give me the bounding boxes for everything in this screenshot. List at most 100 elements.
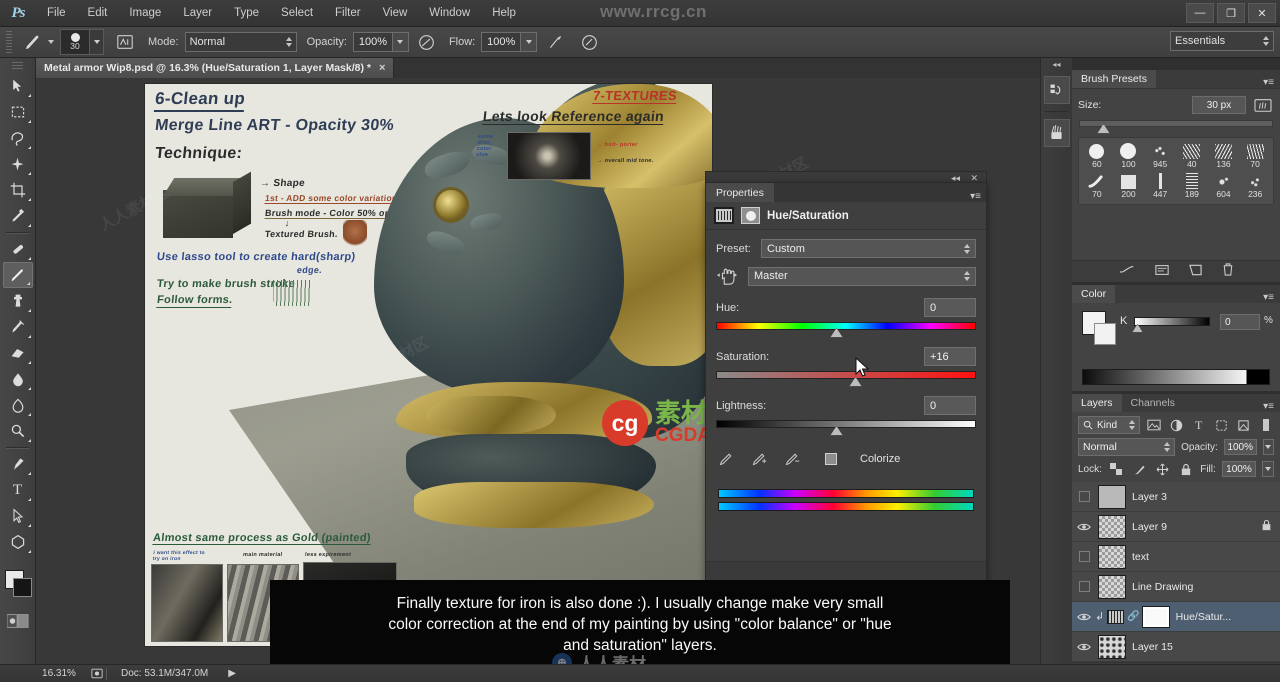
table-row[interactable]: ↲ 🔗 Hue/Satur... bbox=[1072, 602, 1280, 632]
shape-tool[interactable] bbox=[3, 529, 33, 555]
spot-healing-brush-tool[interactable] bbox=[3, 236, 33, 262]
layer-thumbnail[interactable] bbox=[1098, 634, 1126, 659]
brush-preset-grid[interactable]: 60 100 945 40 136 70 70 200 447 189 604 … bbox=[1078, 137, 1274, 205]
options-bar-grip[interactable] bbox=[6, 31, 12, 53]
restore-button[interactable]: ❐ bbox=[1217, 3, 1245, 23]
filter-pixel-icon[interactable] bbox=[1146, 416, 1162, 434]
channel-select[interactable]: Master bbox=[748, 266, 976, 286]
pressure-opacity-icon[interactable] bbox=[415, 30, 439, 54]
filter-shape-icon[interactable] bbox=[1213, 416, 1229, 434]
airbrush-icon[interactable] bbox=[543, 30, 567, 54]
layer-blend-mode-select[interactable]: Normal bbox=[1078, 438, 1176, 456]
layer-thumbnail[interactable] bbox=[1098, 514, 1126, 539]
brush-presets-menu-icon[interactable]: ▾≡ bbox=[1263, 77, 1274, 88]
brush-preset-item[interactable]: 100 bbox=[1113, 142, 1145, 170]
layer-visibility-toggle[interactable] bbox=[1076, 489, 1092, 505]
brush-preset-item[interactable]: 200 bbox=[1113, 172, 1145, 200]
eraser-tool[interactable] bbox=[3, 340, 33, 366]
link-mask-icon[interactable]: 🔗 bbox=[1127, 611, 1139, 622]
brush-preset-item[interactable]: 236 bbox=[1239, 172, 1271, 200]
brush-size-slider[interactable] bbox=[1079, 120, 1273, 134]
brush-preset-item[interactable]: 945 bbox=[1144, 142, 1176, 170]
menu-filter[interactable]: Filter bbox=[324, 0, 372, 27]
type-tool[interactable]: T bbox=[3, 477, 33, 503]
brush-preset-dropdown[interactable] bbox=[90, 29, 104, 55]
menu-view[interactable]: View bbox=[372, 0, 419, 27]
hue-value[interactable]: 0 bbox=[924, 298, 976, 317]
history-brush-tool[interactable] bbox=[3, 314, 33, 340]
brush-panel-open-icon[interactable] bbox=[1154, 263, 1169, 281]
flow-dropdown-icon[interactable] bbox=[521, 32, 538, 52]
layer-mask-thumbnail[interactable] bbox=[1141, 605, 1170, 628]
hue-slider[interactable] bbox=[706, 322, 986, 338]
layer-list[interactable]: Layer 3 Layer 9 text Line Drawing ↲ 🔗 Hu… bbox=[1072, 482, 1280, 662]
lasso-tool[interactable] bbox=[3, 125, 33, 151]
new-brush-icon[interactable] bbox=[1188, 263, 1202, 281]
lock-position-icon[interactable] bbox=[1154, 460, 1171, 478]
table-row[interactable]: Layer 15 bbox=[1072, 632, 1280, 662]
layers-panel-menu-icon[interactable]: ▾≡ bbox=[1263, 401, 1274, 412]
background-swatch[interactable] bbox=[1094, 323, 1116, 345]
layer-visibility-toggle[interactable] bbox=[1076, 549, 1092, 565]
saturation-slider[interactable] bbox=[706, 371, 986, 387]
flow-value[interactable]: 100% bbox=[481, 32, 522, 52]
close-button[interactable]: ✕ bbox=[1248, 3, 1276, 23]
brush-size-value[interactable]: 30 px bbox=[1192, 96, 1246, 114]
eyedropper-add-icon[interactable] bbox=[751, 450, 768, 467]
menu-edit[interactable]: Edit bbox=[77, 0, 119, 27]
filter-adjustment-icon[interactable] bbox=[1168, 416, 1184, 434]
brush-preset-folder-icon[interactable] bbox=[1252, 95, 1274, 115]
tool-preset-chevron-icon[interactable] bbox=[48, 40, 54, 44]
filter-smart-object-icon[interactable] bbox=[1235, 416, 1251, 434]
brush-tool[interactable] bbox=[2, 262, 33, 288]
blur-tool[interactable] bbox=[3, 392, 33, 418]
brush-preset-item[interactable]: 136 bbox=[1208, 142, 1240, 170]
menu-help[interactable]: Help bbox=[481, 0, 527, 27]
menu-image[interactable]: Image bbox=[118, 0, 172, 27]
toolbox-grip[interactable] bbox=[12, 62, 23, 70]
document-tab[interactable]: Metal armor Wip8.psd @ 16.3% (Hue/Satura… bbox=[36, 58, 395, 78]
blend-mode-select[interactable]: Normal bbox=[184, 32, 297, 52]
layer-opacity-value[interactable]: 100% bbox=[1223, 439, 1257, 455]
pressure-size-icon[interactable] bbox=[577, 30, 601, 54]
table-row[interactable]: Line Drawing bbox=[1072, 572, 1280, 602]
panel-menu-icon[interactable]: ▾≡ bbox=[970, 191, 981, 202]
eyedropper-subtract-icon[interactable] bbox=[784, 450, 801, 467]
layer-visibility-toggle[interactable] bbox=[1076, 639, 1092, 655]
move-tool[interactable] bbox=[3, 73, 33, 99]
brush-preset-item[interactable]: 70 bbox=[1081, 172, 1113, 200]
close-icon[interactable]: × bbox=[379, 62, 385, 74]
preview-icon[interactable] bbox=[88, 668, 106, 679]
quick-selection-tool[interactable] bbox=[3, 151, 33, 177]
layer-filter-kind-select[interactable]: Kind bbox=[1078, 416, 1140, 434]
crop-tool[interactable] bbox=[3, 177, 33, 203]
color-ramp[interactable] bbox=[1082, 369, 1270, 385]
brush-preset-item[interactable]: 70 bbox=[1239, 142, 1271, 170]
layer-visibility-toggle[interactable] bbox=[1076, 519, 1092, 535]
lock-transparent-pixels-icon[interactable] bbox=[1108, 460, 1125, 478]
pen-tool[interactable] bbox=[3, 451, 33, 477]
layer-thumbnail[interactable] bbox=[1098, 544, 1126, 569]
brush-preset-item[interactable]: 447 bbox=[1144, 172, 1176, 200]
foreground-color-swatch[interactable] bbox=[13, 578, 32, 597]
gradient-tool[interactable] bbox=[3, 366, 33, 392]
brush-preset-item[interactable]: 189 bbox=[1176, 172, 1208, 200]
eyedropper-icon[interactable] bbox=[718, 450, 735, 467]
status-expand-icon[interactable]: ▶ bbox=[228, 668, 236, 679]
minimize-button[interactable]: — bbox=[1186, 3, 1214, 23]
targeted-adjustment-tool[interactable] bbox=[716, 266, 748, 286]
brush-panel-toggle-icon[interactable] bbox=[112, 31, 138, 53]
tab-layers[interactable]: Layers bbox=[1072, 394, 1122, 412]
expand-dock-icon[interactable]: ◂◂ bbox=[1041, 58, 1072, 70]
fill-dropdown-icon[interactable] bbox=[1262, 461, 1275, 477]
tab-properties[interactable]: Properties bbox=[706, 183, 774, 202]
color-range-bar-bottom[interactable] bbox=[718, 502, 974, 511]
marquee-tool[interactable] bbox=[3, 99, 33, 125]
layer-visibility-toggle[interactable] bbox=[1076, 579, 1092, 595]
menu-file[interactable]: File bbox=[36, 0, 77, 27]
lightness-value[interactable]: 0 bbox=[924, 396, 976, 415]
path-selection-tool[interactable] bbox=[3, 503, 33, 529]
menu-type[interactable]: Type bbox=[223, 0, 270, 27]
eyedropper-tool[interactable] bbox=[3, 203, 33, 229]
brush-panel-icon[interactable] bbox=[1043, 119, 1070, 147]
